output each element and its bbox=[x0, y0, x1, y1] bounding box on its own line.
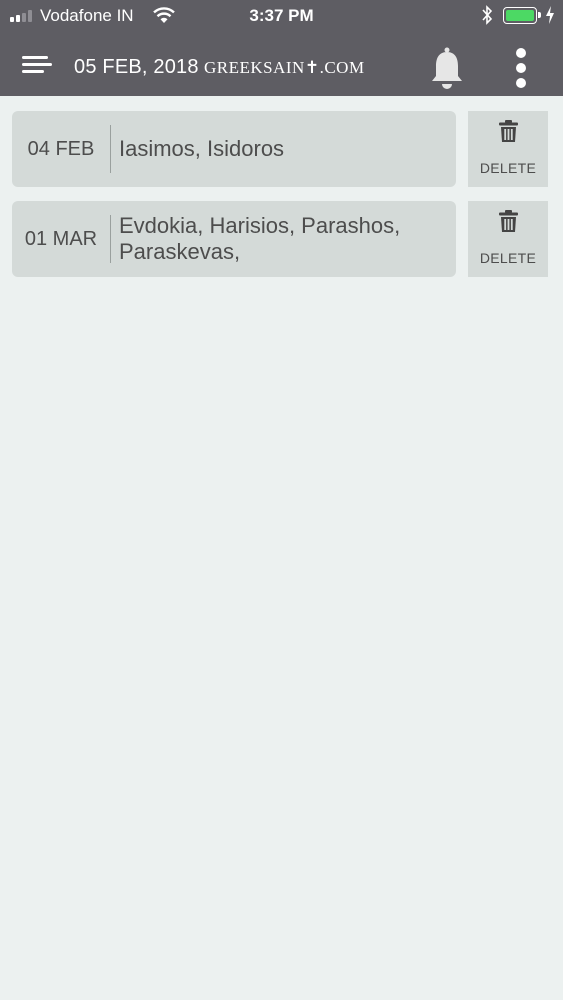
item-names: Iasimos, Isidoros bbox=[119, 136, 285, 161]
status-bar: Vodafone IN 3:37 PM bbox=[0, 0, 563, 34]
item-date: 01 MAR bbox=[24, 227, 98, 250]
bluetooth-icon bbox=[482, 5, 493, 25]
more-vertical-icon[interactable] bbox=[511, 48, 531, 90]
bell-icon[interactable] bbox=[430, 46, 464, 90]
battery-charging-icon bbox=[503, 7, 541, 24]
charging-bolt-icon bbox=[546, 6, 554, 24]
divider bbox=[110, 125, 111, 173]
delete-label: DELETE bbox=[479, 160, 537, 176]
divider bbox=[110, 215, 111, 263]
status-time: 3:37 PM bbox=[249, 6, 314, 25]
item-names: Evdokia, Harisios, Parashos, Paraskevas, bbox=[119, 213, 401, 264]
top-bar: Vodafone IN 3:37 PM 05 FEB, 2018 GREEKSA… bbox=[0, 0, 563, 96]
trash-icon bbox=[499, 210, 518, 232]
list-item[interactable]: 04 FEB Iasimos, Isidoros bbox=[12, 111, 456, 187]
delete-button[interactable]: DELETE bbox=[468, 111, 548, 187]
delete-label: DELETE bbox=[479, 250, 537, 266]
item-date: 04 FEB bbox=[27, 137, 95, 160]
hamburger-menu-icon[interactable] bbox=[22, 56, 52, 78]
site-logo: GREEKSAIN✝.COM bbox=[204, 58, 365, 77]
list-item[interactable]: 01 MAR Evdokia, Harisios, Parashos, Para… bbox=[12, 201, 456, 277]
delete-button[interactable]: DELETE bbox=[468, 201, 548, 277]
current-date: 05 FEB, 2018 bbox=[74, 56, 199, 78]
app-bar: 05 FEB, 2018 GREEKSAIN✝.COM bbox=[0, 34, 563, 96]
trash-icon bbox=[499, 120, 518, 142]
